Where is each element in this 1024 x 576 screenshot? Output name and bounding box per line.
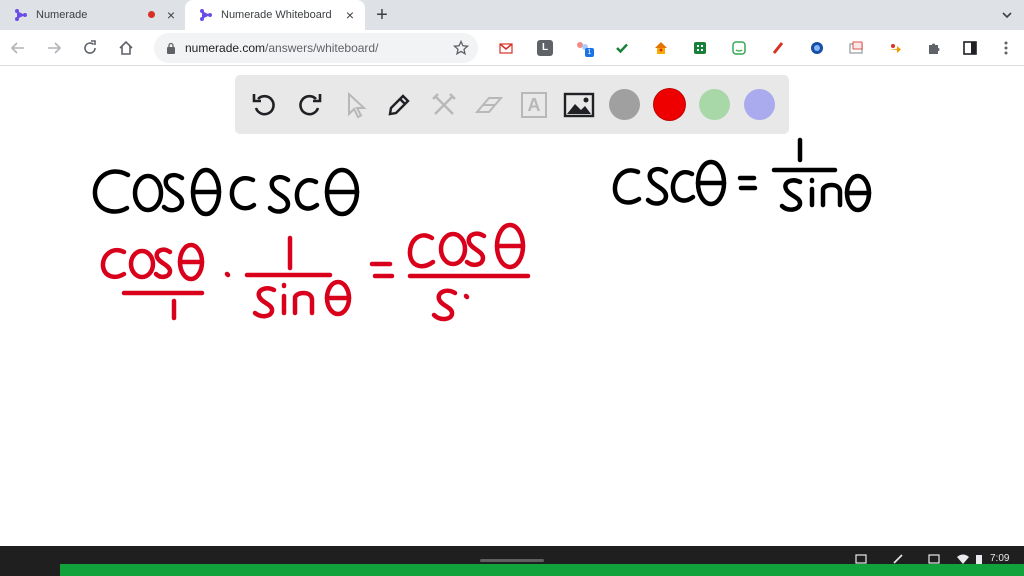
text-icon: A <box>521 92 547 118</box>
new-tab-button[interactable]: + <box>372 5 392 25</box>
checkmark-icon[interactable] <box>614 40 630 56</box>
undo-button[interactable] <box>249 89 281 121</box>
menu-dots-icon[interactable] <box>998 40 1014 56</box>
numerade-favicon-icon <box>200 9 212 21</box>
numerade-favicon-icon <box>15 9 27 21</box>
address-bar[interactable]: numerade.com/answers/whiteboard/ <box>154 33 478 63</box>
color-swatch-gray[interactable] <box>609 89 640 120</box>
house-icon[interactable] <box>653 40 669 56</box>
tools-button[interactable] <box>428 89 460 121</box>
arrow-icon[interactable] <box>887 40 903 56</box>
tab-search-chevron-icon[interactable] <box>1000 8 1014 22</box>
battery-icon[interactable] <box>973 554 985 564</box>
text-tool-button[interactable]: A <box>518 89 550 121</box>
extensions-puzzle-icon[interactable] <box>926 40 942 56</box>
image-tool-button[interactable] <box>563 89 595 121</box>
display-icon[interactable] <box>928 554 940 564</box>
grid-icon[interactable] <box>692 40 708 56</box>
url-text[interactable]: numerade.com/answers/whiteboard/ <box>185 41 378 55</box>
shelf-handle[interactable] <box>480 559 544 562</box>
extension-badge: 1 <box>585 48 594 57</box>
url-host: numerade.com <box>185 41 266 55</box>
pen-icon[interactable] <box>770 40 786 56</box>
color-swatch-purple[interactable] <box>744 89 775 120</box>
screen-capture-icon[interactable] <box>855 554 867 564</box>
handwriting-black <box>92 137 872 217</box>
redo-icon <box>299 94 322 116</box>
wifi-icon[interactable] <box>957 554 969 564</box>
tab-numerade-whiteboard[interactable]: Numerade Whiteboard × <box>185 0 365 30</box>
recording-indicator-icon <box>148 11 155 18</box>
picture-icon[interactable] <box>848 40 864 56</box>
whiteboard-toolbar: A <box>235 75 789 134</box>
image-icon <box>563 92 595 118</box>
tab-close-button[interactable]: × <box>164 8 178 22</box>
eraser-tool-button[interactable] <box>473 89 505 121</box>
face-icon[interactable] <box>731 40 747 56</box>
pen-icon <box>388 94 410 116</box>
pointer-icon <box>348 91 367 119</box>
globe-icon[interactable] <box>809 40 825 56</box>
eraser-icon <box>474 97 504 113</box>
browser-toolbar: numerade.com/answers/whiteboard/ L 1 <box>0 30 1024 66</box>
pointer-tool-button[interactable] <box>339 89 371 121</box>
letter-l-icon[interactable]: L <box>537 40 553 56</box>
whiteboard-canvas[interactable] <box>0 67 1024 546</box>
undo-icon <box>252 94 275 116</box>
tab-strip: Numerade × Numerade Whiteboard × + <box>0 0 1024 30</box>
bookmark-star-icon[interactable] <box>453 40 469 56</box>
forward-icon[interactable] <box>44 38 64 58</box>
redo-button[interactable] <box>293 89 325 121</box>
tab-title: Numerade Whiteboard <box>221 9 332 21</box>
lock-icon[interactable] <box>166 42 176 54</box>
text-tool-glyph: A <box>527 95 541 115</box>
pen-tool-button[interactable] <box>383 89 415 121</box>
color-swatch-green[interactable] <box>699 89 730 120</box>
shelf-accent-bar <box>60 564 1024 576</box>
tools-icon <box>432 93 456 115</box>
url-path: /answers/whiteboard/ <box>265 41 379 55</box>
reload-icon[interactable] <box>80 38 100 58</box>
back-icon[interactable] <box>8 38 28 58</box>
home-icon[interactable] <box>116 38 136 58</box>
tab-close-button[interactable]: × <box>343 8 357 22</box>
tab-title: Numerade <box>36 9 88 21</box>
side-panel-icon[interactable] <box>962 40 978 56</box>
gmail-icon[interactable] <box>498 40 514 56</box>
clock[interactable]: 7:09 <box>990 553 1009 564</box>
color-swatch-red[interactable] <box>654 89 685 120</box>
handwriting-red <box>100 222 531 322</box>
os-shelf: 7:09 <box>0 546 1024 576</box>
stylus-icon[interactable] <box>892 554 904 564</box>
tab-numerade[interactable]: Numerade × <box>0 0 185 30</box>
